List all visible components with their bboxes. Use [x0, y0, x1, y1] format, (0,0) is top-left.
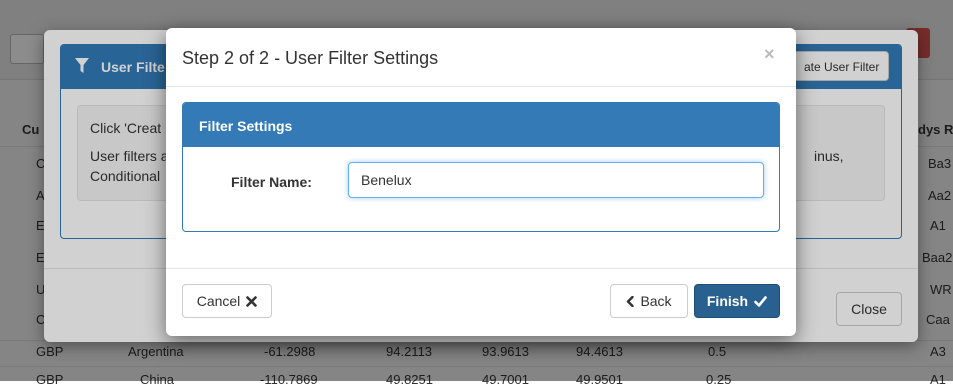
finish-button[interactable]: Finish [694, 284, 780, 318]
modal-footer-divider [166, 268, 796, 269]
chevron-left-icon [627, 295, 635, 307]
modal-header-divider [166, 86, 796, 87]
back-label: Back [640, 293, 672, 309]
filter-name-input[interactable] [348, 162, 764, 198]
close-x-icon [246, 295, 258, 307]
panel-title: Filter Settings [199, 118, 293, 134]
close-icon[interactable]: × [764, 44, 775, 65]
back-button[interactable]: Back [610, 284, 688, 318]
cancel-button[interactable]: Cancel [182, 284, 272, 318]
cancel-label: Cancel [196, 293, 241, 309]
finish-label: Finish [706, 293, 749, 309]
filter-settings-modal: Step 2 of 2 - User Filter Settings × Fil… [166, 28, 796, 336]
filter-name-label: Filter Name: [231, 174, 312, 190]
checkmark-icon [754, 295, 767, 307]
modal-title: Step 2 of 2 - User Filter Settings [182, 48, 439, 68]
filter-settings-panel-header: Filter Settings [183, 103, 779, 147]
filter-settings-panel: Filter Settings Filter Name: [182, 102, 780, 232]
